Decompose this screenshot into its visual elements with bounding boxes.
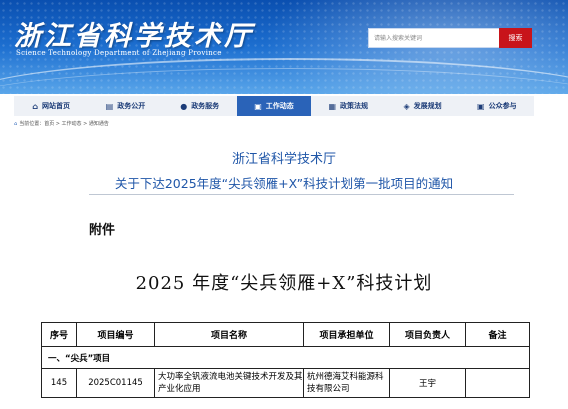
cell-code: 2025C01145 (76, 368, 155, 398)
chart-icon: ◈ (403, 101, 410, 111)
title-divider (89, 194, 514, 195)
nav-item-label: 政策法规 (340, 102, 369, 110)
nav-item-label: 公众参与 (488, 102, 517, 110)
site-banner: 浙江省科学技术厅 Science Technology Department o… (0, 0, 568, 94)
nav-item-services[interactable]: ● 政务服务 (163, 96, 237, 116)
table-row: 145 2025C01145 大功率全钒液流电池关键技术开发及其产业化应用 杭州… (41, 368, 530, 398)
header-unit: 项目承担单位 (303, 322, 390, 347)
cell-note (465, 368, 530, 398)
location-icon: ⌂ (14, 121, 18, 127)
cell-no: 145 (41, 368, 77, 398)
chat-icon: ● (180, 101, 188, 111)
table-header-row: 序号 项目编号 项目名称 项目承担单位 项目负责人 备注 (41, 322, 530, 347)
book-icon: ▤ (105, 101, 114, 111)
header-name: 项目名称 (154, 322, 304, 347)
search-button[interactable]: 搜索 (499, 28, 532, 48)
cell-leader: 王宇 (389, 368, 466, 398)
nav-item-label: 发展规划 (413, 102, 442, 110)
site-english-name: Science Technology Department of Zhejian… (16, 49, 222, 57)
nav-item-policy[interactable]: ▦ 政策法规 (311, 96, 385, 116)
people-icon: ▣ (477, 101, 485, 111)
nav-item-participation[interactable]: ▣ 公众参与 (460, 96, 534, 116)
document-title: 2025 年度“尖兵领雁+X”科技计划 (135, 273, 433, 294)
project-table: 序号 项目编号 项目名称 项目承担单位 项目负责人 备注 一、“尖兵”项目 14… (41, 322, 530, 398)
attachment-heading: 附件 (89, 223, 116, 238)
nav-item-label: 网站首页 (42, 102, 70, 110)
table-section-row: 一、“尖兵”项目 (41, 346, 530, 369)
header-code: 项目编号 (76, 322, 155, 347)
monitor-icon: ▣ (254, 101, 262, 111)
article-title: 关于下达2025年度“尖兵领雁+X”科技计划第一批项目的通知 (114, 176, 454, 191)
breadcrumb: ⌂ 当前位置：首页 > 工作动态 > 通知通告 (14, 120, 109, 127)
cell-name: 大功率全钒液流电池关键技术开发及其产业化应用 (154, 368, 304, 398)
nav-item-home[interactable]: ⌂ 网站首页 (14, 96, 88, 116)
header-note: 备注 (465, 322, 530, 347)
nav-item-planning[interactable]: ◈ 发展规划 (385, 96, 459, 116)
nav-item-label: 工作动态 (265, 102, 294, 110)
home-icon: ⌂ (32, 101, 38, 111)
search-box: 搜索 (368, 28, 532, 48)
nav-item-label: 政务服务 (191, 102, 220, 110)
nav-item-public-affairs[interactable]: ▤ 政务公开 (88, 96, 162, 116)
breadcrumb-text[interactable]: 当前位置：首页 > 工作动态 > 通知通告 (19, 121, 109, 127)
main-nav: ⌂ 网站首页 ▤ 政务公开 ● 政务服务 ▣ 工作动态 ▦ 政策法规 ◈ 发展规划 ▣ 公众参… (14, 96, 534, 116)
document-icon: ▦ (328, 101, 337, 111)
site-logo-text[interactable]: 浙江省科学技术厅 (14, 14, 254, 53)
nav-item-label: 政务公开 (117, 102, 146, 110)
cell-unit: 杭州德海艾科能源科技有限公司 (303, 368, 390, 398)
search-input[interactable] (369, 29, 501, 47)
header-no: 序号 (41, 322, 77, 347)
nav-item-work-news[interactable]: ▣ 工作动态 (236, 96, 312, 116)
page: 浙江省科学技术厅 Science Technology Department o… (0, 0, 568, 409)
article-org: 浙江省科学技术厅 (231, 152, 336, 167)
header-leader: 项目负责人 (389, 322, 466, 347)
section-label: 一、“尖兵”项目 (41, 346, 530, 369)
